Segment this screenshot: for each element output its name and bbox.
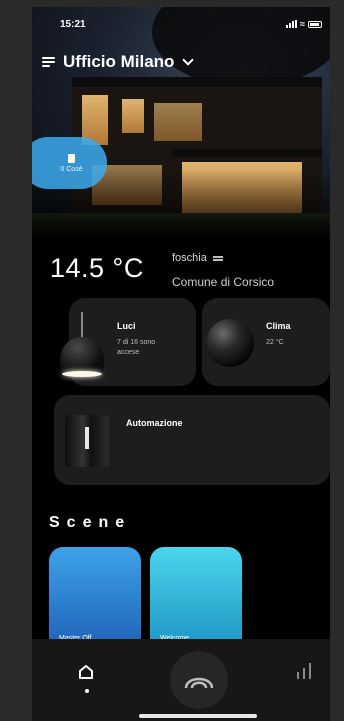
wifi-icon: ≈ [300,19,305,29]
top-bar: Ufficio Milano [42,52,195,72]
weather-town: Comune di Corsico [172,275,275,289]
home-indicator[interactable] [139,714,257,718]
tab-bar [32,639,330,721]
status-time: 15:21 [60,19,86,30]
condition-label: foschia [172,252,207,264]
lights-title: Luci [117,321,136,331]
scenes-heading: Scene [49,514,132,531]
hero-photo [32,7,330,239]
fog-icon [212,255,223,261]
climate-subtitle: 22 °C [266,339,284,346]
hero-pill-button[interactable]: 0 Cosè [32,137,107,189]
active-tab-indicator [85,689,89,693]
status-bar: 15:21 ≈ [32,19,330,33]
lights-subtitle: 7 di 16 sono accese [117,339,156,356]
status-icons: ≈ [286,19,322,29]
signal-icon [286,20,298,28]
automation-title: Automazione [126,418,183,428]
climate-title: Clima [266,321,291,331]
temperature: 14.5 °C [50,253,144,283]
lamp-light [62,371,102,377]
thermostat-icon [206,319,254,367]
menu-icon[interactable] [42,57,55,67]
weather-panel: 14.5 °C [50,253,144,284]
lamp-icon [60,337,104,373]
location-title[interactable]: Ufficio Milano [63,52,174,72]
battery-icon [308,20,322,28]
chevron-down-icon[interactable] [182,54,195,66]
blind-icon [65,415,109,467]
center-action-button[interactable] [170,651,228,709]
lamp-cord [81,312,83,340]
weather-condition: foschia [172,252,223,264]
stats-icon[interactable] [297,663,311,679]
app-screen: 15:21 ≈ Ufficio Milano 0 Cosè 14.5 °C fo… [32,7,330,721]
hero-pill-label: 0 Cosè [60,165,83,173]
home-icon[interactable] [78,664,94,680]
arch-icon [184,677,214,689]
document-icon [68,153,75,163]
